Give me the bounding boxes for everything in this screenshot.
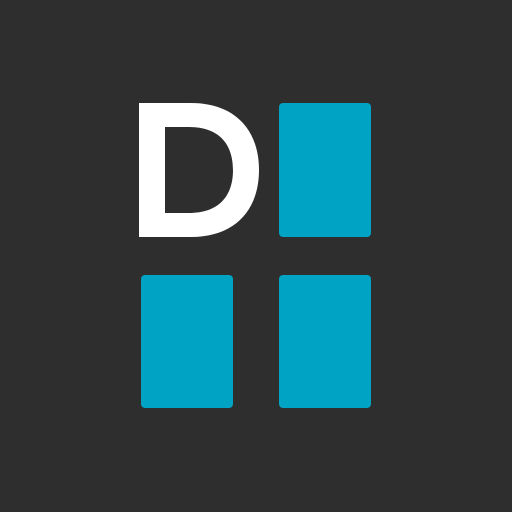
tile-top-right [279,103,371,237]
app-icon [0,0,512,512]
tile-bottom-left [141,275,233,408]
tile-bottom-right [279,275,371,408]
d-letter-icon [139,103,259,237]
logo-letter-d [139,103,259,237]
